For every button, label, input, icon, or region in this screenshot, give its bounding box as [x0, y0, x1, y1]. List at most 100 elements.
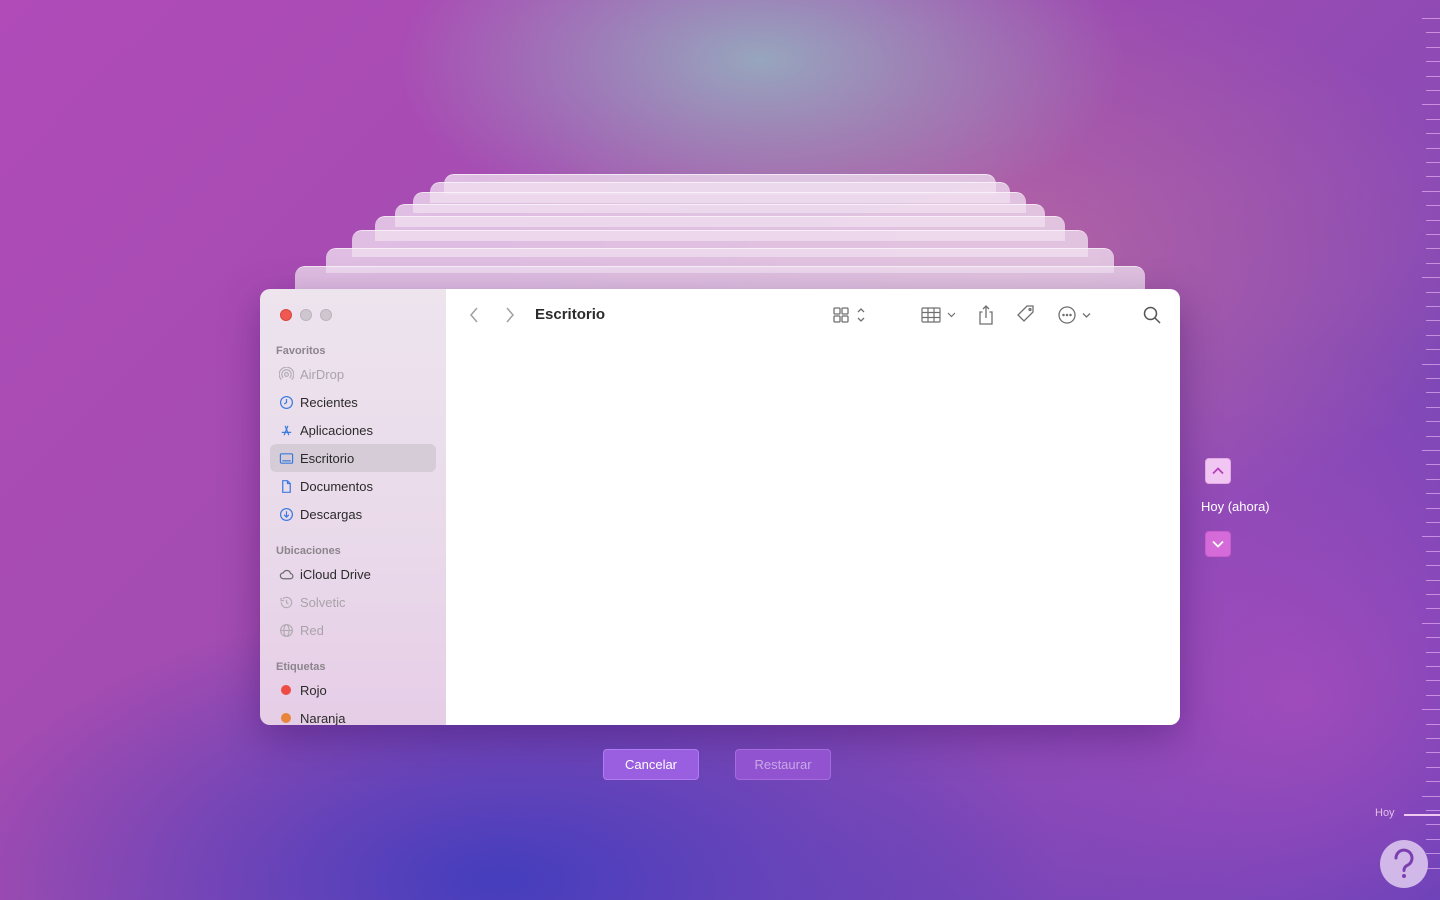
timeline-tick — [1426, 824, 1440, 826]
tag-button[interactable] — [1015, 303, 1037, 327]
timeline-tick — [1426, 435, 1440, 437]
timeline-tick — [1426, 334, 1440, 336]
sidebar-item-solvetic[interactable]: Solvetic — [270, 588, 436, 616]
close-button[interactable] — [280, 309, 292, 321]
timeline-tick — [1426, 464, 1440, 466]
timeline-tick — [1426, 90, 1440, 91]
sidebar-item-label: Escritorio — [300, 450, 355, 466]
timeline-tick — [1426, 248, 1440, 250]
timeline-tick — [1426, 781, 1440, 783]
timeline-tick — [1426, 162, 1440, 163]
sidebar-item-icloud-drive[interactable]: iCloud Drive — [270, 560, 436, 588]
sidebar-item-label: iCloud Drive — [300, 566, 371, 582]
timeline-tick — [1422, 18, 1440, 19]
timeline-tick — [1426, 176, 1440, 178]
sidebar-item-naranja[interactable]: Naranja — [270, 704, 436, 725]
timeline-tick — [1426, 522, 1440, 523]
sidebar-item-label: AirDrop — [300, 366, 345, 382]
sidebar-item-documentos[interactable]: Documentos — [270, 472, 436, 500]
timeline-tick — [1426, 205, 1440, 207]
orange-tag-icon — [281, 713, 291, 723]
download-icon — [278, 506, 294, 522]
globe-icon — [278, 622, 294, 638]
timeline-tick — [1426, 219, 1440, 221]
sidebar-item-rojo[interactable]: Rojo — [270, 676, 436, 704]
search-icon — [1143, 306, 1161, 324]
timeline-tick — [1426, 507, 1440, 509]
more-actions-button[interactable] — [1057, 303, 1093, 327]
restore-button[interactable]: Restaurar — [735, 749, 831, 780]
timeline-tick — [1426, 579, 1440, 581]
timeline-tick — [1426, 666, 1440, 667]
window-title: Escritorio — [535, 306, 606, 323]
timeline-tick — [1426, 550, 1440, 552]
sidebar-item-label: Documentos — [300, 478, 373, 494]
finder-window: Favoritos AirDrop Recientes Aplicaciones… — [260, 289, 1180, 725]
cloud-icon — [278, 566, 294, 582]
chevron-left-icon — [470, 307, 478, 323]
timeline-tick — [1426, 349, 1440, 351]
timeline-tick — [1426, 637, 1440, 639]
cancel-button[interactable]: Cancelar — [603, 749, 699, 780]
document-icon — [278, 478, 294, 494]
sidebar-item-recientes[interactable]: Recientes — [270, 388, 436, 416]
timeline-tick — [1426, 306, 1440, 307]
timeline-tick — [1426, 594, 1440, 595]
sidebar-item-escritorio[interactable]: Escritorio — [270, 444, 436, 472]
time-machine-icon — [278, 594, 294, 610]
toolbar: Escritorio — [446, 289, 1180, 341]
next-snapshot-button[interactable] — [1205, 531, 1231, 557]
apps-icon — [278, 422, 294, 438]
timeline-tick — [1426, 651, 1440, 653]
sidebar-item-airdrop[interactable]: AirDrop — [270, 360, 436, 388]
sidebar-item-label: Rojo — [300, 682, 327, 698]
timeline-today-marker[interactable] — [1404, 814, 1440, 816]
group-button[interactable] — [920, 303, 960, 327]
clock-icon — [278, 394, 294, 410]
sidebar-item-label: Red — [300, 622, 324, 638]
search-button[interactable] — [1142, 303, 1162, 327]
back-button[interactable] — [466, 303, 482, 327]
timeline-tick — [1422, 277, 1440, 279]
timeline-tick — [1426, 234, 1440, 235]
icon-grid-icon — [833, 307, 865, 323]
share-button[interactable] — [976, 303, 996, 327]
content-area[interactable]: Escritorio — [446, 289, 1180, 725]
timeline-tick — [1422, 104, 1440, 106]
window-controls — [280, 309, 332, 321]
forward-button[interactable] — [502, 303, 518, 327]
timeline-tick — [1426, 608, 1440, 610]
sidebar-item-label: Descargas — [300, 506, 363, 522]
timeline-tick — [1426, 478, 1440, 480]
timeline-tick — [1426, 392, 1440, 394]
sidebar-item-descargas[interactable]: Descargas — [270, 500, 436, 528]
timeline-tick — [1426, 378, 1440, 379]
tag-dot-container — [278, 682, 294, 698]
timeline-tick — [1426, 75, 1440, 77]
previous-snapshot-button[interactable] — [1205, 458, 1231, 484]
timeline-tick — [1426, 133, 1440, 135]
sidebar-item-label: Solvetic — [300, 594, 346, 610]
timeline-tick — [1426, 406, 1440, 408]
timeline-tick — [1426, 766, 1440, 768]
timeline[interactable] — [1416, 0, 1440, 900]
timeline-tick — [1426, 118, 1440, 120]
tag-dot-container — [278, 710, 294, 725]
zoom-button[interactable] — [320, 309, 332, 321]
sidebar-item-aplicaciones[interactable]: Aplicaciones — [270, 416, 436, 444]
ellipsis-circle-icon — [1058, 306, 1091, 324]
minimize-button[interactable] — [300, 309, 312, 321]
timeline-tick — [1426, 421, 1440, 423]
timeline-tick — [1422, 450, 1440, 451]
timeline-tick — [1426, 565, 1440, 567]
timeline-tick — [1426, 147, 1440, 149]
group-grid-icon — [921, 307, 956, 323]
snapshot-date-label: Hoy (ahora) — [1201, 499, 1270, 514]
timeline-tick — [1422, 190, 1440, 192]
timeline-tick — [1426, 262, 1440, 264]
chevron-right-icon — [506, 307, 514, 323]
view-mode-button[interactable] — [832, 303, 868, 327]
sidebar-item-red[interactable]: Red — [270, 616, 436, 644]
section-etiquetas: Etiquetas — [276, 661, 326, 673]
section-ubicaciones: Ubicaciones — [276, 545, 341, 557]
